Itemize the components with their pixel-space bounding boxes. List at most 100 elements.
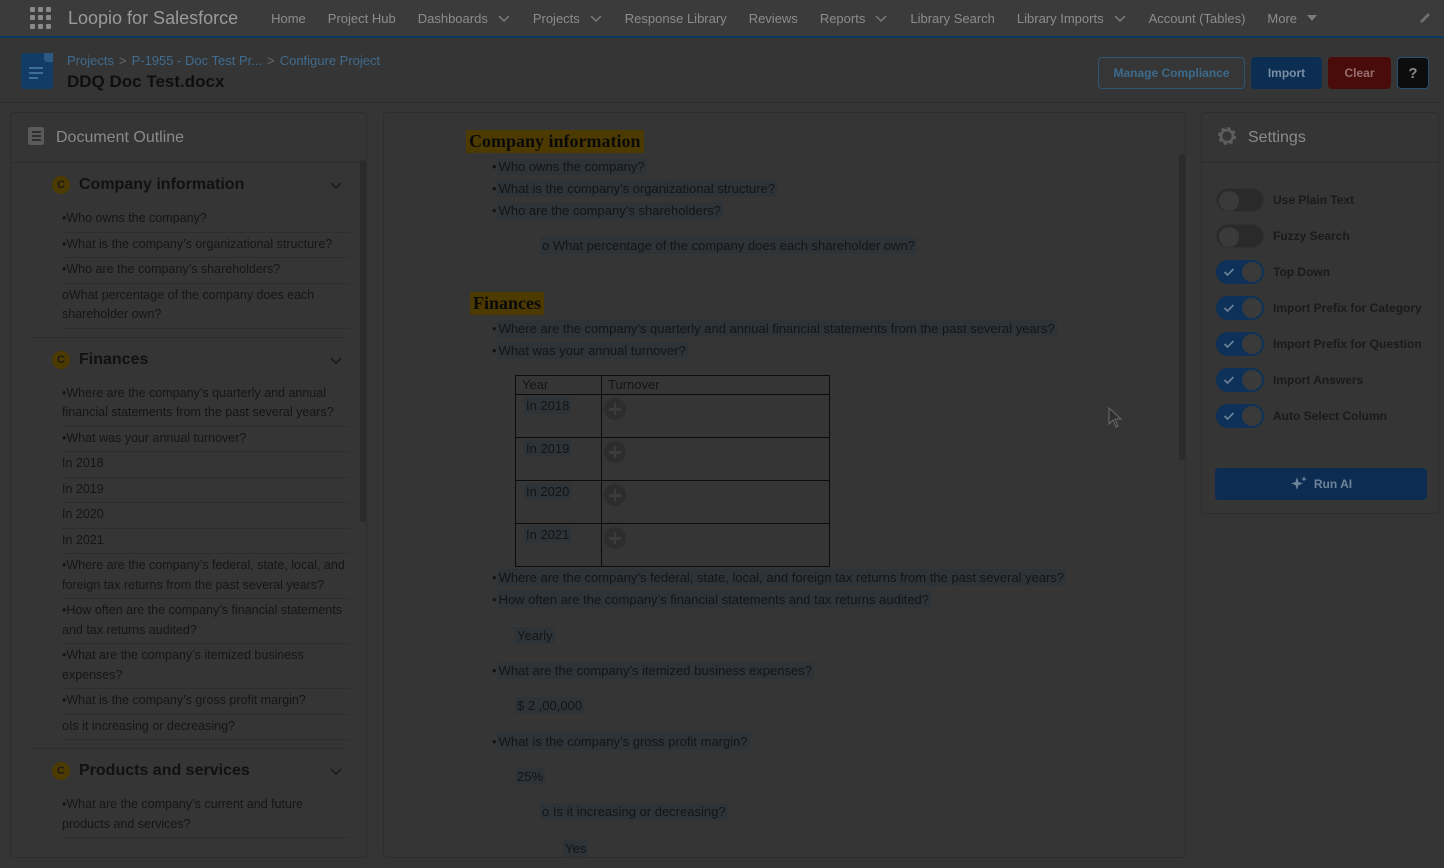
table-cell-year[interactable]: In 2020 xyxy=(524,483,572,500)
toggle-switch[interactable] xyxy=(1216,332,1264,356)
table-header-turnover: Turnover xyxy=(601,375,830,395)
chevron-down-icon[interactable] xyxy=(1113,11,1127,25)
doc-question-text: What is the company’s organizational str… xyxy=(496,180,778,197)
add-answer-plus-icon[interactable] xyxy=(604,441,626,463)
document-icon xyxy=(21,53,53,89)
doc-answer-text: 25% xyxy=(515,768,546,785)
outline-question[interactable]: •What was your annual turnover? xyxy=(62,427,349,452)
doc-answer[interactable]: 25% xyxy=(515,768,546,785)
setting-toggle-row: Top Down xyxy=(1216,260,1330,284)
breadcrumb-project[interactable]: P-1955 - Doc Test Pr... xyxy=(132,53,263,68)
nav-item[interactable]: Home xyxy=(260,0,317,37)
section-heading-company-information[interactable]: Company information xyxy=(466,130,644,153)
app-launcher-icon[interactable] xyxy=(30,7,52,29)
doc-answer[interactable]: $ 2 ,00,000 xyxy=(515,697,585,714)
table-cell-year[interactable]: In 2019 xyxy=(524,440,572,457)
doc-answer[interactable]: Yes xyxy=(563,840,589,857)
doc-question[interactable]: • What is the company’s gross profit marg… xyxy=(492,733,750,750)
table-row: In 2021 xyxy=(515,523,830,567)
doc-question[interactable]: • Who owns the company? xyxy=(492,158,647,175)
check-icon xyxy=(1223,340,1235,349)
section-heading-finances[interactable]: Finances xyxy=(470,292,545,315)
table-cell-year[interactable]: In 2018 xyxy=(524,397,572,414)
breadcrumb-configure[interactable]: Configure Project xyxy=(280,53,380,68)
outline-scrollbar[interactable] xyxy=(360,160,366,522)
toggle-label: Use Plain Text xyxy=(1273,193,1355,207)
outline-question[interactable]: oWhat percentage of the company does eac… xyxy=(62,284,349,329)
nav-item[interactable]: Reports xyxy=(809,0,900,37)
nav-item[interactable]: Reviews xyxy=(738,0,809,37)
doc-question[interactable]: • What are the company’s itemized busines… xyxy=(492,662,814,679)
chevron-down-icon[interactable] xyxy=(497,11,511,25)
doc-question-text: Is it increasing or decreasing? xyxy=(552,804,726,819)
clear-button[interactable]: Clear xyxy=(1328,57,1391,89)
manage-compliance-button[interactable]: Manage Compliance xyxy=(1098,57,1245,89)
toggle-switch[interactable] xyxy=(1216,224,1264,248)
doc-question[interactable]: • What was your annual turnover? xyxy=(492,342,688,359)
edit-nav-pencil-icon[interactable] xyxy=(1418,11,1432,25)
nav-item[interactable]: Response Library xyxy=(614,0,738,37)
toggle-label: Import Prefix for Question xyxy=(1273,337,1422,351)
outline-question[interactable]: •Who are the company’s shareholders? xyxy=(62,258,349,284)
nav-item[interactable]: Projects xyxy=(522,0,614,37)
doc-sub-question[interactable]: o Is it increasing or decreasing? xyxy=(540,803,728,820)
setting-toggle-row: Fuzzy Search xyxy=(1216,224,1350,248)
chevron-down-icon[interactable] xyxy=(329,178,343,192)
add-answer-plus-icon[interactable] xyxy=(604,398,626,420)
toggle-knob xyxy=(1242,370,1262,390)
add-answer-plus-icon[interactable] xyxy=(604,484,626,506)
outline-question[interactable]: •What are the company’s current and futu… xyxy=(62,793,349,838)
help-button[interactable]: ? xyxy=(1397,57,1429,89)
doc-answer[interactable]: Yearly xyxy=(515,627,555,644)
doc-question[interactable]: • Who are the company’s shareholders? xyxy=(492,202,723,219)
outline-question[interactable]: In 2019 xyxy=(62,478,349,503)
outline-question[interactable]: •Where are the company’s quarterly and a… xyxy=(62,382,349,427)
toggle-switch[interactable] xyxy=(1216,368,1264,392)
toggle-switch[interactable] xyxy=(1216,296,1264,320)
nav-item[interactable]: Library Imports xyxy=(1006,0,1138,37)
chevron-down-icon[interactable] xyxy=(329,353,343,367)
chevron-down-icon[interactable] xyxy=(329,764,343,778)
toggle-knob xyxy=(1242,334,1262,354)
nav-item[interactable]: Dashboards xyxy=(407,0,522,37)
table-row: In 2019 xyxy=(515,437,830,481)
outline-question[interactable]: In 2020 xyxy=(62,503,349,529)
outline-question[interactable]: •Where are the company’s federal, state,… xyxy=(62,554,349,599)
outline-question[interactable]: •What are the company’s itemized busines… xyxy=(62,644,349,689)
doc-question[interactable]: • How often are the company’s financial s… xyxy=(492,591,932,608)
outline-question[interactable]: In 2021 xyxy=(62,529,349,554)
toggle-switch[interactable] xyxy=(1216,404,1264,428)
nav-item[interactable]: Library Search xyxy=(899,0,1006,37)
outline-question[interactable]: •How often are the company’s financial s… xyxy=(62,599,349,644)
outline-question[interactable]: •What is the company’s organizational st… xyxy=(62,233,349,258)
outline-category[interactable]: C Products and services xyxy=(11,749,361,793)
outline-question[interactable]: In 2018 xyxy=(62,452,349,478)
nav-item-label: Library Imports xyxy=(1016,10,1104,26)
toggle-switch[interactable] xyxy=(1216,188,1264,212)
nav-more[interactable]: More xyxy=(1256,0,1330,37)
run-ai-button[interactable]: Run AI xyxy=(1215,468,1427,500)
nav-item[interactable]: Account (Tables) xyxy=(1138,0,1257,37)
nav-item-label: Account (Tables) xyxy=(1148,10,1246,26)
setting-toggle-row: Import Prefix for Category xyxy=(1216,296,1422,320)
import-button[interactable]: Import xyxy=(1251,57,1322,89)
outline-question[interactable]: •Who owns the company? xyxy=(62,207,349,233)
doc-sub-question[interactable]: o What percentage of the company does ea… xyxy=(540,237,917,254)
outline-category[interactable]: C Company information xyxy=(11,163,361,207)
chevron-down-icon[interactable] xyxy=(874,11,888,25)
nav-item[interactable]: Project Hub xyxy=(317,0,407,37)
outline-question[interactable]: oIs it increasing or decreasing? xyxy=(62,715,349,740)
doc-question[interactable]: • Where are the company’s quarterly and a… xyxy=(492,320,1057,337)
doc-question[interactable]: • Where are the company’s federal, state,… xyxy=(492,569,1067,586)
document-scrollbar[interactable] xyxy=(1179,154,1185,460)
toggle-knob xyxy=(1219,227,1239,247)
outline-question[interactable]: •What is the company’s gross profit marg… xyxy=(62,689,349,715)
toggle-switch[interactable] xyxy=(1216,260,1264,284)
outline-category[interactable]: C Finances xyxy=(11,338,361,382)
table-cell-year[interactable]: In 2021 xyxy=(524,526,572,543)
add-answer-plus-icon[interactable] xyxy=(604,527,626,549)
breadcrumb-projects[interactable]: Projects xyxy=(67,53,114,68)
chevron-down-icon[interactable] xyxy=(589,11,603,25)
doc-question[interactable]: • What is the company’s organizational st… xyxy=(492,180,778,197)
table-row: In 2018 xyxy=(515,394,830,438)
